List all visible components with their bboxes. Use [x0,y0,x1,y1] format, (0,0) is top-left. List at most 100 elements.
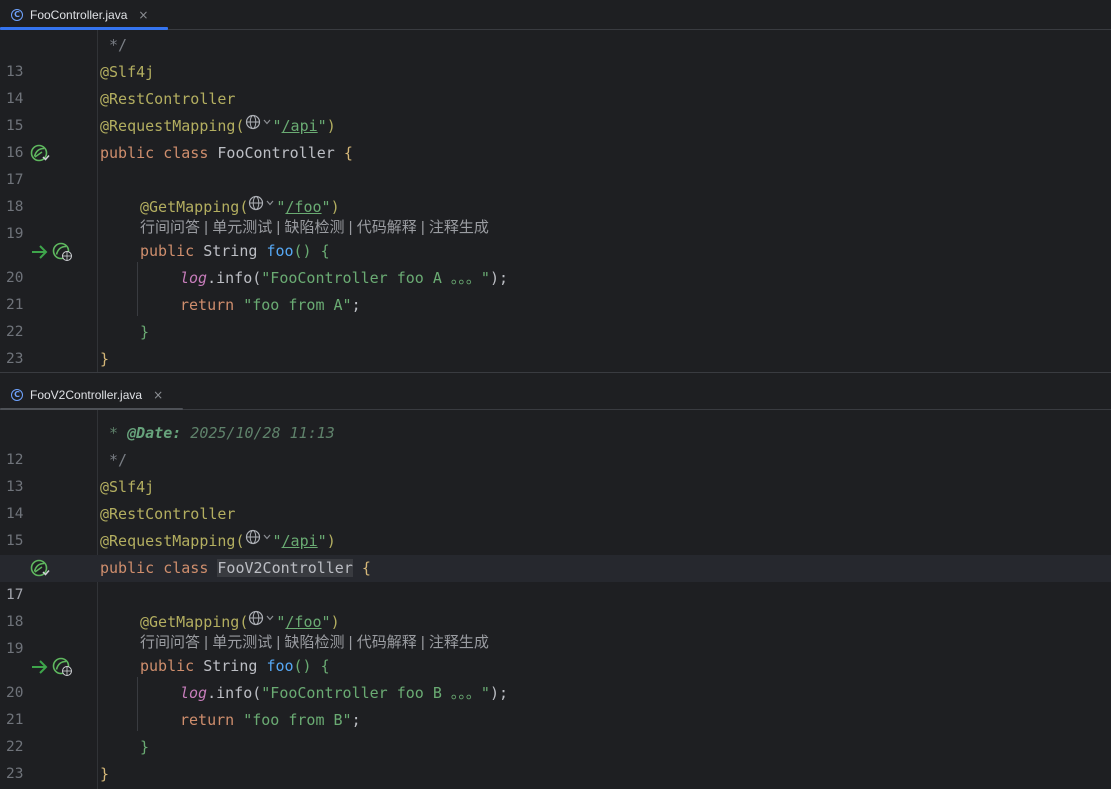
code-content: * @Date: 2025/10/28 11:13 [100,420,335,447]
code-content: return "foo from B"; [180,707,361,734]
web-endpoint-globe-icon[interactable] [245,112,273,139]
ai-inlay-hint: 行间问答 | 单元测试 | 缺陷检测 | 代码解释 | 注释生成 [0,634,1111,653]
keyword: return [180,296,244,314]
brace: } [140,323,150,341]
code-line: 24 } [0,761,1111,788]
method-params: () { [293,657,330,675]
pane-splitter[interactable] [0,372,1111,373]
type-name: String [203,242,267,260]
code-line: 13 */ [0,447,1111,495]
code-line: 23 } [0,319,1111,367]
run-arrow-icon[interactable] [30,242,50,262]
code-content: @GetMapping("/foo") [140,609,340,636]
string-literal: "foo from A" [243,296,352,314]
url-api[interactable]: /api [282,532,318,550]
log-field: log [180,269,208,287]
web-endpoint-globe-icon[interactable] [248,608,276,635]
string-literal: "foo from B" [243,711,352,729]
tab-bar: C FooV2Controller.java × [0,380,1111,410]
code-line: 22 return "foo from B"; [0,707,1111,755]
statement-end: ); [489,269,509,287]
keyword: return [180,711,244,729]
log-field: log [180,684,208,702]
quote: " [321,613,331,631]
code-line: 14 @Slf4j [0,474,1111,522]
tab-label: FooController.java [30,8,128,22]
string-literal: "FooController foo A 。。。" [261,269,490,287]
spring-endpoint-icon[interactable] [52,242,74,262]
quote: " [321,198,331,216]
code-area[interactable]: 12 * @Date: 2025/10/28 11:13 13 */ 14 @S… [0,410,1111,788]
paren: ) [330,198,340,216]
code-content: public String foo() { [140,653,330,680]
method-gutter [30,653,74,680]
code-content: @RequestMapping("/api") [100,113,336,140]
annotation-restcontroller: @RestController [100,90,236,108]
brace: { [334,144,353,162]
url-foo[interactable]: /foo [285,198,321,216]
annotation-restcontroller: @RestController [100,505,236,523]
comment-text: */ [100,36,128,54]
java-class-icon: C [11,389,23,401]
code-line: 19 @GetMapping("/foo") [0,194,1111,242]
code-line: 19 @GetMapping("/foo") [0,609,1111,657]
comment-text: */ [100,451,128,469]
code-content: public class FooV2Controller { [100,555,371,582]
code-content: log.info("FooController foo B 。。。"); [180,680,508,707]
quote: " [272,532,282,550]
close-icon[interactable]: × [153,388,163,402]
web-endpoint-globe-icon[interactable] [245,527,273,554]
code-line: 20 public String foo() { [0,653,1111,701]
spring-bean-icon[interactable] [30,144,50,164]
code-line: 15 @RestController [0,86,1111,134]
brace: } [140,738,150,756]
paren: ) [326,532,336,550]
code-line: 17 public class FooController { [0,140,1111,188]
code-line: 20 public String foo() { [0,238,1111,286]
annotation-getmapping: @GetMapping( [140,198,249,216]
url-foo[interactable]: /foo [285,613,321,631]
paren: ) [326,117,336,135]
brace: } [100,350,110,368]
spring-bean-icon[interactable] [30,559,50,579]
close-icon[interactable]: × [138,8,148,22]
doc-tag: @Date: [127,424,182,442]
code-line-current: 17 public class FooV2Controller { [0,555,1111,603]
class-name: FooController [217,144,335,162]
ai-actions-hint[interactable]: 行间问答 | 单元测试 | 缺陷检测 | 代码解释 | 注释生成 [140,219,489,236]
code-line: 16 @RequestMapping("/api") [0,527,1111,576]
doc-comment: * [100,424,128,442]
quote: " [317,532,327,550]
keyword: public class [100,559,218,577]
tab-label: FooV2Controller.java [30,388,143,402]
method-name: foo [266,242,294,260]
ai-inlay-hint: 行间问答 | 单元测试 | 缺陷检测 | 代码解释 | 注释生成 [0,219,1111,238]
keyword: public [140,242,204,260]
method-gutter [30,238,74,265]
annotation-slf4j: @Slf4j [100,63,155,81]
code-content: @GetMapping("/foo") [140,194,340,221]
code-area[interactable]: 13 */ 14 @Slf4j 15 @RestController 16 @R… [0,30,1111,372]
method-name: foo [266,657,294,675]
brace: } [100,765,110,783]
code-content: log.info("FooController foo A 。。。"); [180,265,508,292]
url-api[interactable]: /api [282,117,318,135]
web-endpoint-globe-icon[interactable] [248,193,276,220]
spring-endpoint-icon[interactable] [52,657,74,677]
tab-foov2controller[interactable]: C FooV2Controller.java × [0,380,163,410]
class-name-highlighted[interactable]: FooV2Controller [217,559,353,577]
spring-bean-gutter[interactable] [30,140,50,167]
code-content: public class FooController { [100,140,353,167]
tab-foocontroller[interactable]: C FooController.java × [0,0,148,30]
ai-actions-hint[interactable]: 行间问答 | 单元测试 | 缺陷检测 | 代码解释 | 注释生成 [140,634,489,651]
spring-bean-gutter[interactable] [30,555,50,582]
run-arrow-icon[interactable] [30,657,50,677]
quote: " [272,117,282,135]
type-name: String [203,657,267,675]
editor-pane-top: C FooController.java × 13 */ 14 @Slf4j 1… [0,0,1111,372]
code-line: 18 [0,582,1111,630]
annotation-slf4j: @Slf4j [100,478,155,496]
code-content: public String foo() { [140,238,330,265]
string-literal: "FooController foo B 。。。" [261,684,490,702]
annotation-requestmapping: @RequestMapping( [100,117,245,135]
